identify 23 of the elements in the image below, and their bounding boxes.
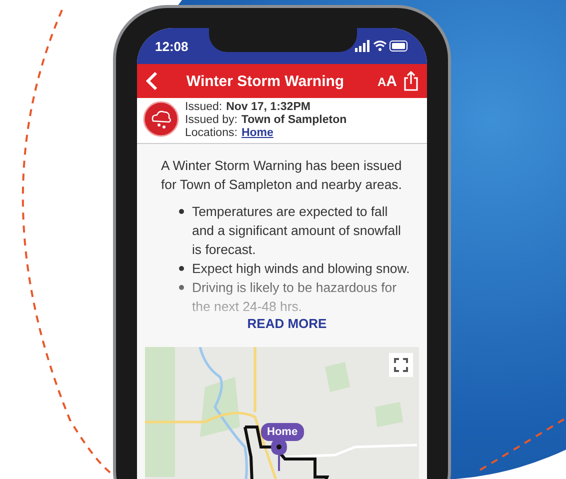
- bullet-dot: [179, 266, 184, 271]
- header-title: Winter Storm Warning: [185, 72, 346, 90]
- location-link[interactable]: Home: [241, 127, 274, 140]
- issued-label: Issued:: [185, 101, 222, 114]
- text-size-button[interactable]: AA: [371, 72, 403, 90]
- bullet-text: Temperatures are expected to fall and a significant amount of snowfall is forecast.: [192, 203, 402, 259]
- bullet-text: Expect high winds and blowing snow.: [192, 260, 410, 278]
- share-icon[interactable]: [403, 71, 419, 91]
- bullet-text: Driving is likely to be hazardous for the next 24-48 hrs.: [192, 279, 398, 316]
- fullscreen-icon[interactable]: [389, 353, 413, 377]
- status-icons: [355, 40, 409, 52]
- alert-description: A Winter Storm Warning has been issued for Town of Sampleton and nearby areas.: [161, 157, 403, 194]
- locations-label: Locations:: [185, 127, 238, 140]
- bullet-dot: [179, 285, 184, 290]
- snow-cloud-icon: [143, 101, 179, 137]
- bullet-dot: [179, 209, 184, 214]
- back-icon[interactable]: [145, 71, 159, 91]
- read-more-button[interactable]: READ MORE: [247, 316, 327, 331]
- issued-by-label: Issued by:: [185, 114, 238, 127]
- status-time: 12:08: [155, 38, 188, 54]
- issued-by-value: Town of Sampleton: [241, 114, 347, 127]
- issued-value: Nov 17, 1:32PM: [226, 101, 310, 114]
- map[interactable]: Home: [145, 347, 419, 479]
